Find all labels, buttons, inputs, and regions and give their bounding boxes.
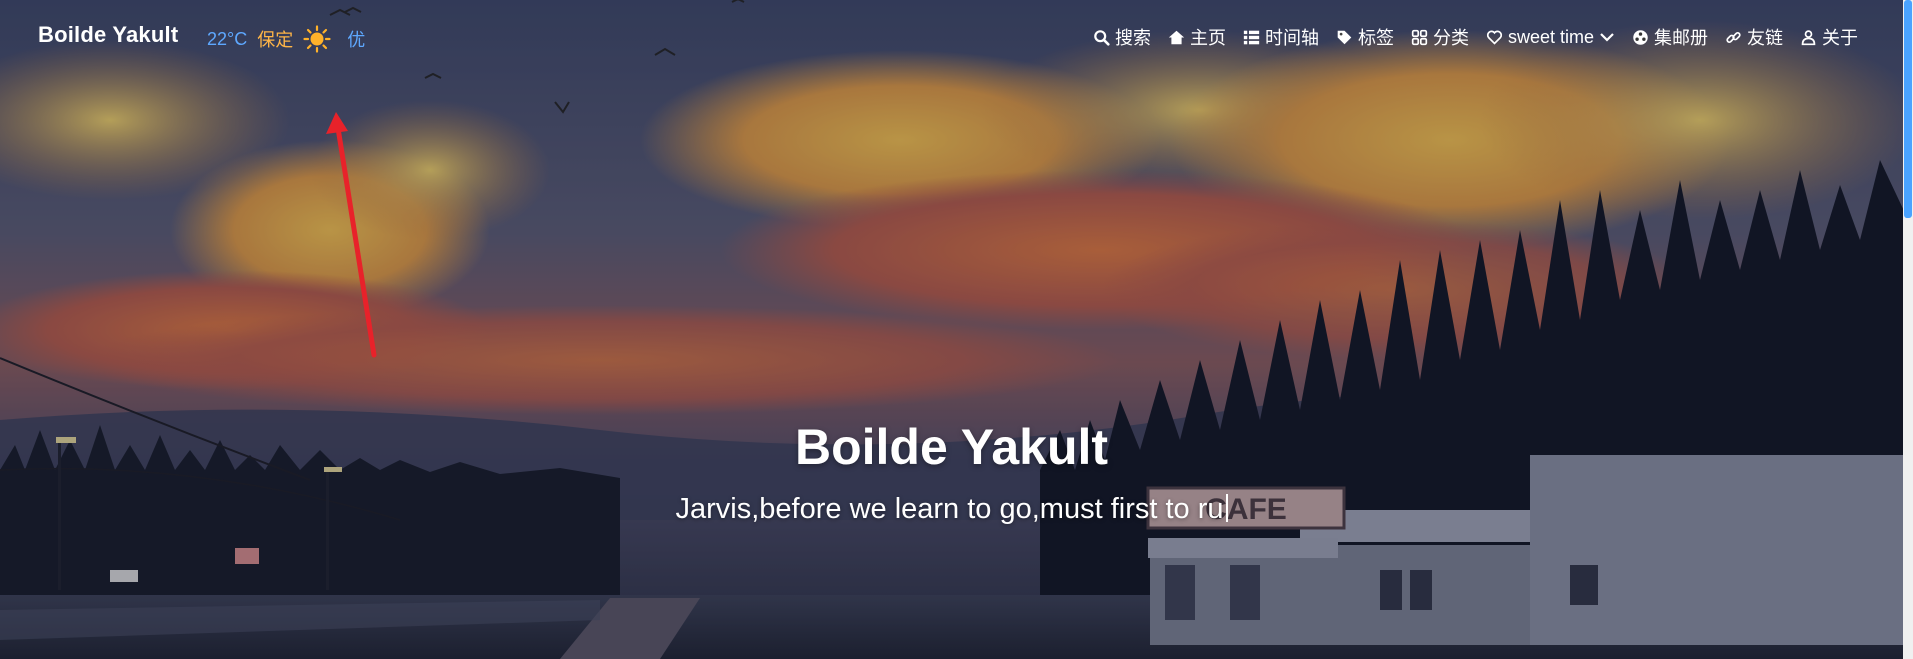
- menu-item-home[interactable]: 主页: [1168, 24, 1226, 50]
- menu-item-sweet-time[interactable]: sweet time: [1486, 27, 1615, 48]
- hero-title: Boilde Yakult: [794, 419, 1109, 475]
- menu-item-label: 搜索: [1114, 28, 1151, 48]
- menu-item-timeline[interactable]: 时间轴: [1243, 24, 1319, 50]
- menu-item-label: 关于: [1822, 28, 1858, 48]
- sun-icon: [303, 25, 331, 53]
- menu-item-search[interactable]: 搜索: [1093, 24, 1151, 50]
- menu-item-tags[interactable]: 标签: [1336, 24, 1394, 50]
- heart-icon: [1486, 30, 1503, 45]
- user-icon: [1801, 29, 1816, 45]
- tag-icon: [1337, 30, 1352, 44]
- menu-item-label: 主页: [1189, 28, 1226, 48]
- link-icon: [1726, 31, 1741, 43]
- menu-item-label: 友链: [1747, 28, 1783, 48]
- weather-widget[interactable]: 22°C 保定 优: [207, 25, 365, 53]
- menu-item-label: 时间轴: [1264, 28, 1319, 48]
- scrollbar-thumb[interactable]: [1904, 0, 1912, 218]
- album-icon: [1633, 29, 1648, 45]
- typing-cursor: [1225, 494, 1228, 522]
- main-menu: 搜索 主页 时间轴 标签 分类 sweet time 集邮册 友链 关于: [1076, 24, 1858, 50]
- weather-city: 保定: [257, 30, 294, 50]
- menu-item-categories[interactable]: 分类: [1411, 24, 1469, 50]
- menu-item-links[interactable]: 友链: [1725, 24, 1783, 50]
- menu-item-album[interactable]: 集邮册: [1632, 24, 1708, 50]
- hero-subtitle: Jarvis,before we learn to go,must first …: [0, 493, 1903, 526]
- menu-item-label: sweet time: [1507, 26, 1594, 47]
- weather-air-quality: 优: [347, 30, 366, 50]
- home-icon: [1168, 30, 1185, 44]
- hero-banner: CAFE Boilde Yakult 22°C 保定 优 搜索 主页 时间轴 标…: [0, 0, 1913, 659]
- timeline-icon: [1243, 30, 1260, 44]
- search-icon: [1094, 29, 1110, 46]
- hero-subtitle-text: Jarvis,before we learn to go,must first …: [675, 493, 1224, 525]
- weather-temperature: 22°C: [207, 28, 248, 49]
- hero-background-image: CAFE: [0, 0, 1913, 659]
- menu-item-about[interactable]: 关于: [1800, 24, 1858, 50]
- top-navbar: Boilde Yakult 22°C 保定 优 搜索 主页 时间轴 标签 分类 …: [0, 0, 1903, 74]
- chevron-down-icon: [1600, 33, 1614, 42]
- menu-item-label: 标签: [1357, 28, 1394, 48]
- menu-item-label: 分类: [1432, 28, 1469, 48]
- category-icon: [1411, 29, 1428, 45]
- site-brand[interactable]: Boilde Yakult: [38, 22, 178, 48]
- scrollbar[interactable]: [1903, 0, 1913, 659]
- menu-item-label: 集邮册: [1654, 28, 1708, 48]
